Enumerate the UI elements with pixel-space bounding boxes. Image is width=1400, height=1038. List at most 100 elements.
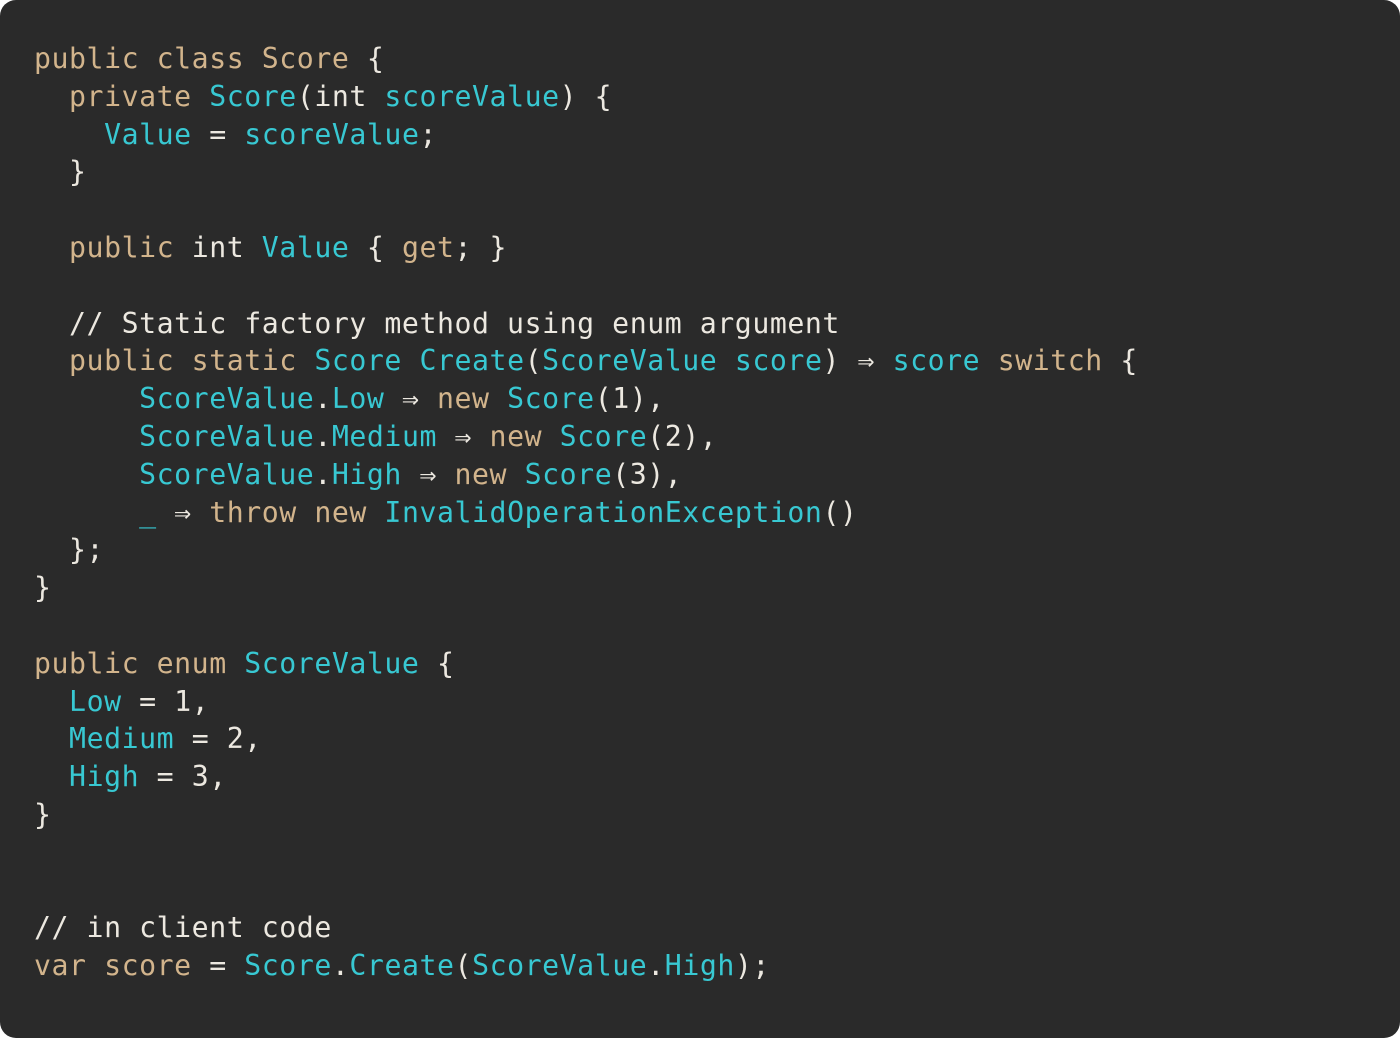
code-token-type: Score [314, 344, 402, 378]
code-token-type: Create [419, 344, 525, 378]
code-token-type: InvalidOperationException [384, 495, 823, 529]
code-line: Low = 1, [34, 683, 1138, 721]
code-line: } [34, 153, 1138, 191]
code-token-keyword: public enum [34, 646, 245, 680]
code-token-plain: { [419, 646, 455, 680]
code-token-type: ScoreValue [139, 457, 315, 491]
code-token-type: Medium [331, 419, 437, 453]
code-token-type: ScoreValue [244, 646, 420, 680]
code-token-plain: ( [454, 949, 473, 983]
code-token-plain: { [349, 42, 385, 75]
code-token-keyword: new [436, 382, 508, 416]
code-token-comment: // in client code [34, 911, 332, 945]
code-token-type: Low [69, 684, 122, 718]
code-line: var score = Score.Create(ScoreValue.High… [34, 947, 1138, 985]
code-token-type: scoreValue [384, 79, 560, 113]
code-token-type: Score [524, 457, 613, 491]
code-token-plain: ) { [559, 79, 613, 113]
code-line: // Static factory method using enum argu… [34, 305, 1138, 343]
code-token-type: scoreValue [244, 117, 420, 151]
code-line: public static Score Create(ScoreValue sc… [34, 342, 1138, 380]
code-token-plain: () [822, 495, 858, 529]
code-line: // in client code [34, 909, 1138, 947]
code-token-type: ScoreValue [472, 949, 648, 983]
code-line: public class Score { [34, 40, 1138, 78]
code-token-type: Low [331, 382, 385, 416]
code-token-plain: = [191, 949, 245, 983]
code-token-plain: (3), [612, 457, 683, 491]
code-token-keyword: get [401, 230, 455, 264]
code-token-keyword: throw new [209, 495, 385, 529]
code-token-plain: . [314, 382, 332, 416]
code-token-keyword: var [34, 949, 105, 983]
code-token-plain: . [331, 949, 350, 983]
code-token-type: ScoreValue [139, 419, 315, 453]
code-line: High = 3, [34, 758, 1138, 796]
code-token-plain: ⇒ [436, 419, 490, 453]
code-line: ScoreValue.Low ⇒ new Score(1), [34, 380, 1138, 418]
code-token-plain: ⇒ [401, 457, 455, 491]
code-line: private Score(int scoreValue) { [34, 78, 1138, 116]
code-token-type: Value [261, 230, 350, 264]
code-token-plain: = 1, [121, 684, 210, 718]
code-token-keyword: private [34, 79, 210, 113]
code-token-keyword: new [489, 419, 560, 453]
code-token-plain: = [191, 117, 245, 151]
code-token-plain: }; [34, 533, 105, 567]
code-line: _ ⇒ throw new InvalidOperationException(… [34, 494, 1138, 532]
code-token-plain: } [34, 571, 52, 605]
code-line: } [34, 796, 1138, 834]
code-line: ScoreValue.High ⇒ new Score(3), [34, 456, 1138, 494]
code-token-comment: // Static factory method using enum argu… [34, 306, 840, 340]
code-token-keyword: public static [34, 344, 315, 378]
code-token-plain: . [647, 949, 665, 983]
code-token-plain: (1), [594, 382, 665, 416]
code-token-type: ScoreValue [139, 382, 315, 416]
code-line: }; [34, 531, 1138, 569]
code-token-type: Score [559, 419, 648, 453]
code-token-plain: ( [524, 344, 543, 378]
code-token-type: Medium [69, 722, 175, 756]
code-token-keyword: public [34, 230, 192, 264]
code-token-plain: int [191, 230, 262, 264]
code-block: public class Score { private Score(int s… [34, 40, 1138, 985]
code-token-plain: ⇒ [156, 495, 210, 529]
code-token-type: High [664, 949, 735, 983]
code-token-type: Score [507, 382, 595, 416]
code-token-keyword: score [104, 949, 192, 983]
code-token-plain: ⇒ [384, 382, 437, 416]
code-token-plain: . [314, 419, 332, 453]
code-token-plain: ; [419, 117, 437, 151]
code-token-plain: ) ⇒ [822, 344, 893, 378]
code-token-plain: ); [734, 949, 770, 983]
code-token-type: score [892, 344, 981, 378]
code-token-plain: = 2, [174, 722, 262, 756]
code-token-plain: } [34, 155, 87, 189]
code-token-plain: } [34, 797, 52, 831]
code-token-keyword: switch [997, 344, 1103, 378]
code-token-keyword: Score [261, 42, 350, 75]
code-line: } [34, 569, 1138, 607]
code-line: ScoreValue.Medium ⇒ new Score(2), [34, 418, 1138, 456]
code-token-plain: (2), [647, 419, 718, 453]
code-token-type: ScoreValue [542, 344, 718, 378]
code-token-keyword: public class [34, 42, 262, 75]
code-token-plain: { [1102, 344, 1138, 378]
code-editor: public class Score { private Score(int s… [0, 0, 1400, 1038]
code-token-plain: . [314, 457, 332, 491]
code-token-plain: = 3, [139, 760, 227, 794]
code-line: public int Value { get; } [34, 229, 1138, 267]
code-token-type: Value [104, 117, 192, 151]
code-line: public enum ScoreValue { [34, 645, 1138, 683]
